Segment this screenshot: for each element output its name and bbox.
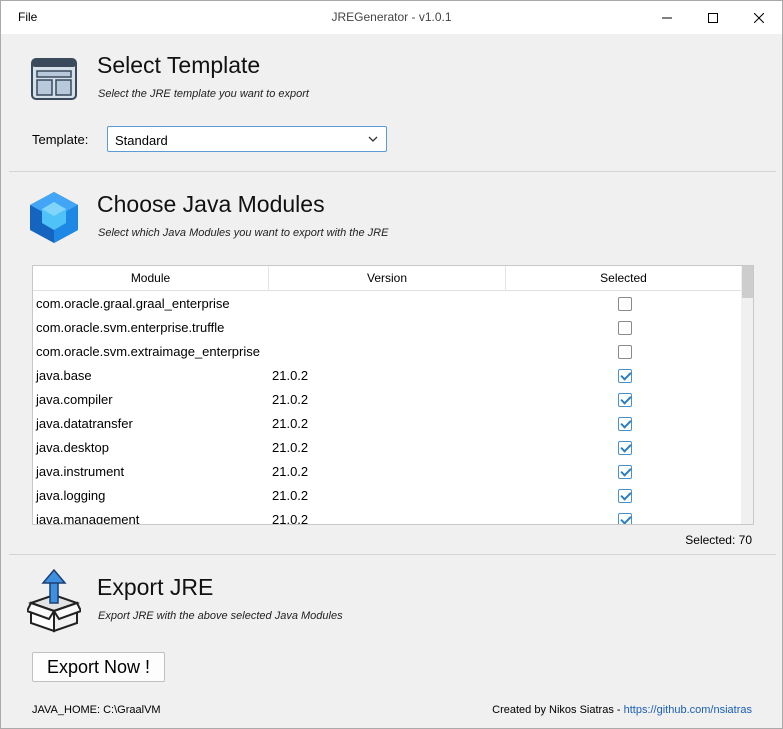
github-link[interactable]: https://github.com/nsiatras <box>624 704 752 716</box>
column-header-selected[interactable]: Selected <box>506 266 741 291</box>
table-row[interactable]: java.instrument 21.0.2 <box>33 460 741 484</box>
divider <box>9 554 776 555</box>
template-select[interactable]: Standard <box>107 126 387 152</box>
credit-footer: Created by Nikos Siatras - https://githu… <box>492 704 752 716</box>
column-header-module[interactable]: Module <box>33 266 269 291</box>
module-name: com.oracle.graal.graal_enterprise <box>36 296 230 311</box>
module-version: 21.0.2 <box>272 368 309 383</box>
export-box-icon <box>27 569 81 633</box>
title-bar: File JREGenerator - v1.0.1 <box>1 1 782 34</box>
close-icon <box>754 12 764 23</box>
chevron-down-icon <box>368 136 378 142</box>
module-version: 21.0.2 <box>272 488 309 503</box>
template-section-subtitle: Select the JRE template you want to expo… <box>98 88 309 100</box>
module-name: java.instrument <box>36 464 125 479</box>
table-row[interactable]: java.base 21.0.2 <box>33 364 741 388</box>
module-name: java.logging <box>36 488 106 503</box>
table-row[interactable]: com.oracle.svm.extraimage_enterprise <box>33 340 741 364</box>
credit-text: Created by Nikos Siatras - <box>492 704 624 716</box>
cube-icon <box>30 192 78 243</box>
table-row[interactable]: java.logging 21.0.2 <box>33 484 741 508</box>
table-header: Module Version Selected <box>33 266 741 291</box>
table-scrollbar[interactable] <box>741 266 753 524</box>
module-version: 21.0.2 <box>272 440 309 455</box>
template-label: Template: <box>32 132 89 147</box>
module-selected-checkbox[interactable] <box>618 297 632 311</box>
module-selected-checkbox[interactable] <box>618 321 632 335</box>
module-selected-checkbox[interactable] <box>618 345 632 359</box>
close-button[interactable] <box>736 1 782 34</box>
template-section-title: Select Template <box>97 52 261 78</box>
column-header-version[interactable]: Version <box>269 266 506 291</box>
minimize-icon <box>662 17 672 18</box>
module-selected-checkbox[interactable] <box>618 417 632 431</box>
module-name: com.oracle.svm.extraimage_enterprise <box>36 344 260 359</box>
java-home-label: JAVA_HOME: C:\GraalVM <box>32 704 161 716</box>
app-window: File JREGenerator - v1.0.1 Select Templa… <box>0 0 783 729</box>
template-window-icon <box>31 58 77 100</box>
scrollbar-thumb[interactable] <box>742 266 753 298</box>
table-row[interactable]: java.desktop 21.0.2 <box>33 436 741 460</box>
export-section-title: Export JRE <box>97 574 214 600</box>
maximize-button[interactable] <box>690 1 736 34</box>
module-selected-checkbox[interactable] <box>618 513 632 524</box>
module-version: 21.0.2 <box>272 464 309 479</box>
maximize-icon <box>708 12 718 23</box>
module-name: java.base <box>36 368 92 383</box>
module-version: 21.0.2 <box>272 392 309 407</box>
module-selected-checkbox[interactable] <box>618 465 632 479</box>
table-body: com.oracle.graal.graal_enterprise com.ora… <box>33 292 741 525</box>
selected-count: Selected: 70 <box>685 533 752 547</box>
table-row[interactable]: com.oracle.graal.graal_enterprise <box>33 292 741 316</box>
module-version: 21.0.2 <box>272 512 309 525</box>
module-selected-checkbox[interactable] <box>618 441 632 455</box>
table-row[interactable]: java.management 21.0.2 <box>33 508 741 525</box>
module-selected-checkbox[interactable] <box>618 369 632 383</box>
export-now-button[interactable]: Export Now ! <box>32 652 165 682</box>
module-selected-checkbox[interactable] <box>618 489 632 503</box>
modules-table: Module Version Selected com.oracle.graal… <box>32 265 754 525</box>
table-row[interactable]: com.oracle.svm.enterprise.truffle <box>33 316 741 340</box>
export-section-subtitle: Export JRE with the above selected Java … <box>98 610 343 622</box>
modules-section-subtitle: Select which Java Modules you want to ex… <box>98 227 389 239</box>
module-name: java.datatransfer <box>36 416 133 431</box>
module-name: java.compiler <box>36 392 113 407</box>
module-selected-checkbox[interactable] <box>618 393 632 407</box>
module-name: com.oracle.svm.enterprise.truffle <box>36 320 225 335</box>
module-version: 21.0.2 <box>272 416 309 431</box>
table-row[interactable]: java.datatransfer 21.0.2 <box>33 412 741 436</box>
module-name: java.desktop <box>36 440 109 455</box>
modules-section-title: Choose Java Modules <box>97 191 325 217</box>
module-name: java.management <box>36 512 140 525</box>
minimize-button[interactable] <box>644 1 690 34</box>
table-row[interactable]: java.compiler 21.0.2 <box>33 388 741 412</box>
template-select-value: Standard <box>115 133 168 148</box>
divider <box>9 171 776 172</box>
